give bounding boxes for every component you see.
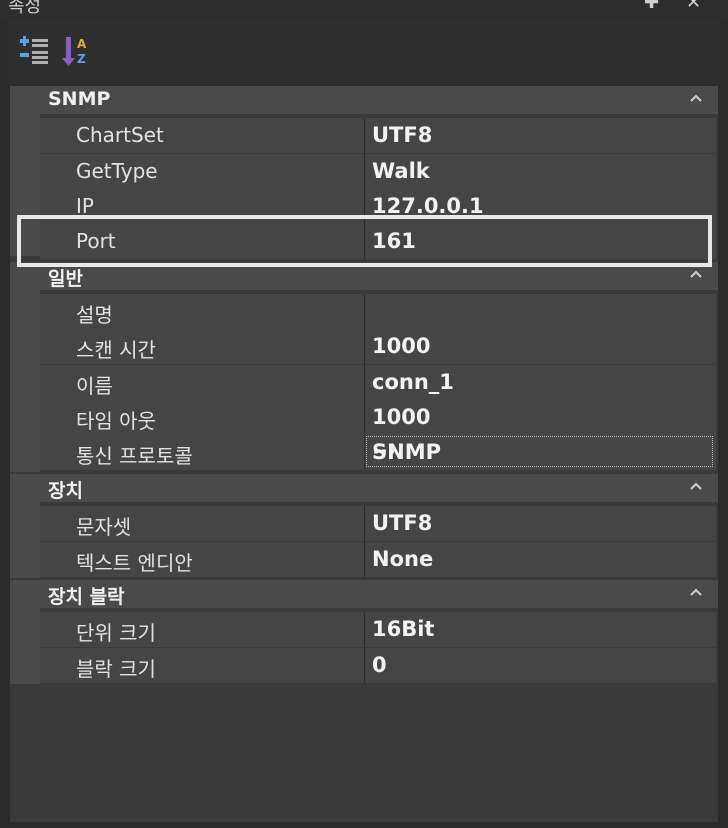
section-title: SNMP xyxy=(48,88,111,110)
property-value: 127.0.0.1 xyxy=(372,194,484,218)
property-value: None xyxy=(372,547,434,571)
property-name: GetType xyxy=(76,159,158,183)
section-gutter xyxy=(10,114,40,256)
property-row-port[interactable]: Port 161 xyxy=(40,224,716,259)
property-row-chartset[interactable]: ChartSet UTF8 xyxy=(40,118,716,153)
svg-text:Z: Z xyxy=(77,52,86,66)
chevron-up-icon[interactable] xyxy=(688,90,704,106)
section-title: 장치 블락 xyxy=(48,586,125,608)
property-name: 문자셋 xyxy=(76,515,132,539)
property-name: 단위 크기 xyxy=(76,621,156,645)
property-value: UTF8 xyxy=(372,511,433,535)
property-row-name[interactable]: 이름 conn_1 xyxy=(40,365,716,400)
property-value: 0 xyxy=(372,653,387,677)
svg-text:A: A xyxy=(77,37,87,51)
property-name: 설명 xyxy=(76,303,113,327)
panel-title: 속성 xyxy=(8,0,42,17)
section-gutter xyxy=(10,290,40,472)
property-name: 통신 프로토콜 xyxy=(76,444,193,468)
property-row-description[interactable]: 설명 xyxy=(40,294,716,329)
property-name: 이름 xyxy=(76,374,113,398)
panel-title-bar: 속성 ✚ ✕ xyxy=(0,0,728,20)
section-gutter xyxy=(10,608,40,684)
property-name: Port xyxy=(76,229,116,253)
chevron-up-icon[interactable] xyxy=(688,478,704,494)
property-name: 블락 크기 xyxy=(76,657,156,681)
section-header-device-block[interactable]: 장치 블락 xyxy=(10,580,718,608)
property-value: conn_1 xyxy=(372,370,454,394)
property-name: 텍스트 엔디안 xyxy=(76,551,193,575)
categorized-view-icon xyxy=(20,36,48,64)
section-header-general[interactable]: 일반 xyxy=(10,262,718,290)
property-row-ip[interactable]: IP 127.0.0.1 xyxy=(40,189,716,224)
section-header-snmp[interactable]: SNMP xyxy=(10,86,718,114)
property-row-scan-time[interactable]: 스캔 시간 1000 xyxy=(40,329,716,364)
property-name: ChartSet xyxy=(76,123,164,147)
property-row-protocol[interactable]: 통신 프로토콜 SNMP ··· xyxy=(40,435,716,470)
property-value: 1000 xyxy=(372,334,431,358)
section-title: 일반 xyxy=(48,268,83,290)
alphabetical-sort-button[interactable]: A Z xyxy=(60,34,94,68)
section-title: 장치 xyxy=(48,480,83,502)
property-row-text-endian[interactable]: 텍스트 엔디안 None xyxy=(40,542,716,577)
property-name: 타임 아웃 xyxy=(76,409,156,433)
alphabetical-sort-icon: A Z xyxy=(62,37,87,66)
property-row-gettype[interactable]: GetType Walk xyxy=(40,154,716,189)
property-row-charset[interactable]: 문자셋 UTF8 xyxy=(40,506,716,541)
section-gutter xyxy=(10,502,40,578)
chevron-up-icon[interactable] xyxy=(688,266,704,282)
property-name: IP xyxy=(76,194,94,218)
property-row-unit-size[interactable]: 단위 크기 16Bit xyxy=(40,612,716,647)
property-value: 16Bit xyxy=(372,617,435,641)
ellipsis-button[interactable]: ··· xyxy=(372,440,710,464)
property-grid-empty-area xyxy=(10,686,718,822)
property-value: 161 xyxy=(372,229,416,253)
property-row-block-size[interactable]: 블락 크기 0 xyxy=(40,648,716,683)
close-icon[interactable]: ✕ xyxy=(686,0,701,13)
property-value: 1000 xyxy=(372,405,431,429)
pin-icon[interactable]: ✚ xyxy=(644,0,659,13)
property-name: 스캔 시간 xyxy=(76,338,156,362)
property-grid: SNMP ChartSet UTF8 GetType Walk IP 127.0… xyxy=(10,86,718,686)
chevron-up-icon[interactable] xyxy=(688,584,704,600)
property-row-timeout[interactable]: 타임 아웃 1000 xyxy=(40,400,716,435)
property-value: UTF8 xyxy=(372,123,433,147)
property-toolbar: A Z xyxy=(8,20,720,84)
categorized-view-button[interactable] xyxy=(18,34,52,68)
section-header-device[interactable]: 장치 xyxy=(10,474,718,502)
property-value: Walk xyxy=(372,159,430,183)
